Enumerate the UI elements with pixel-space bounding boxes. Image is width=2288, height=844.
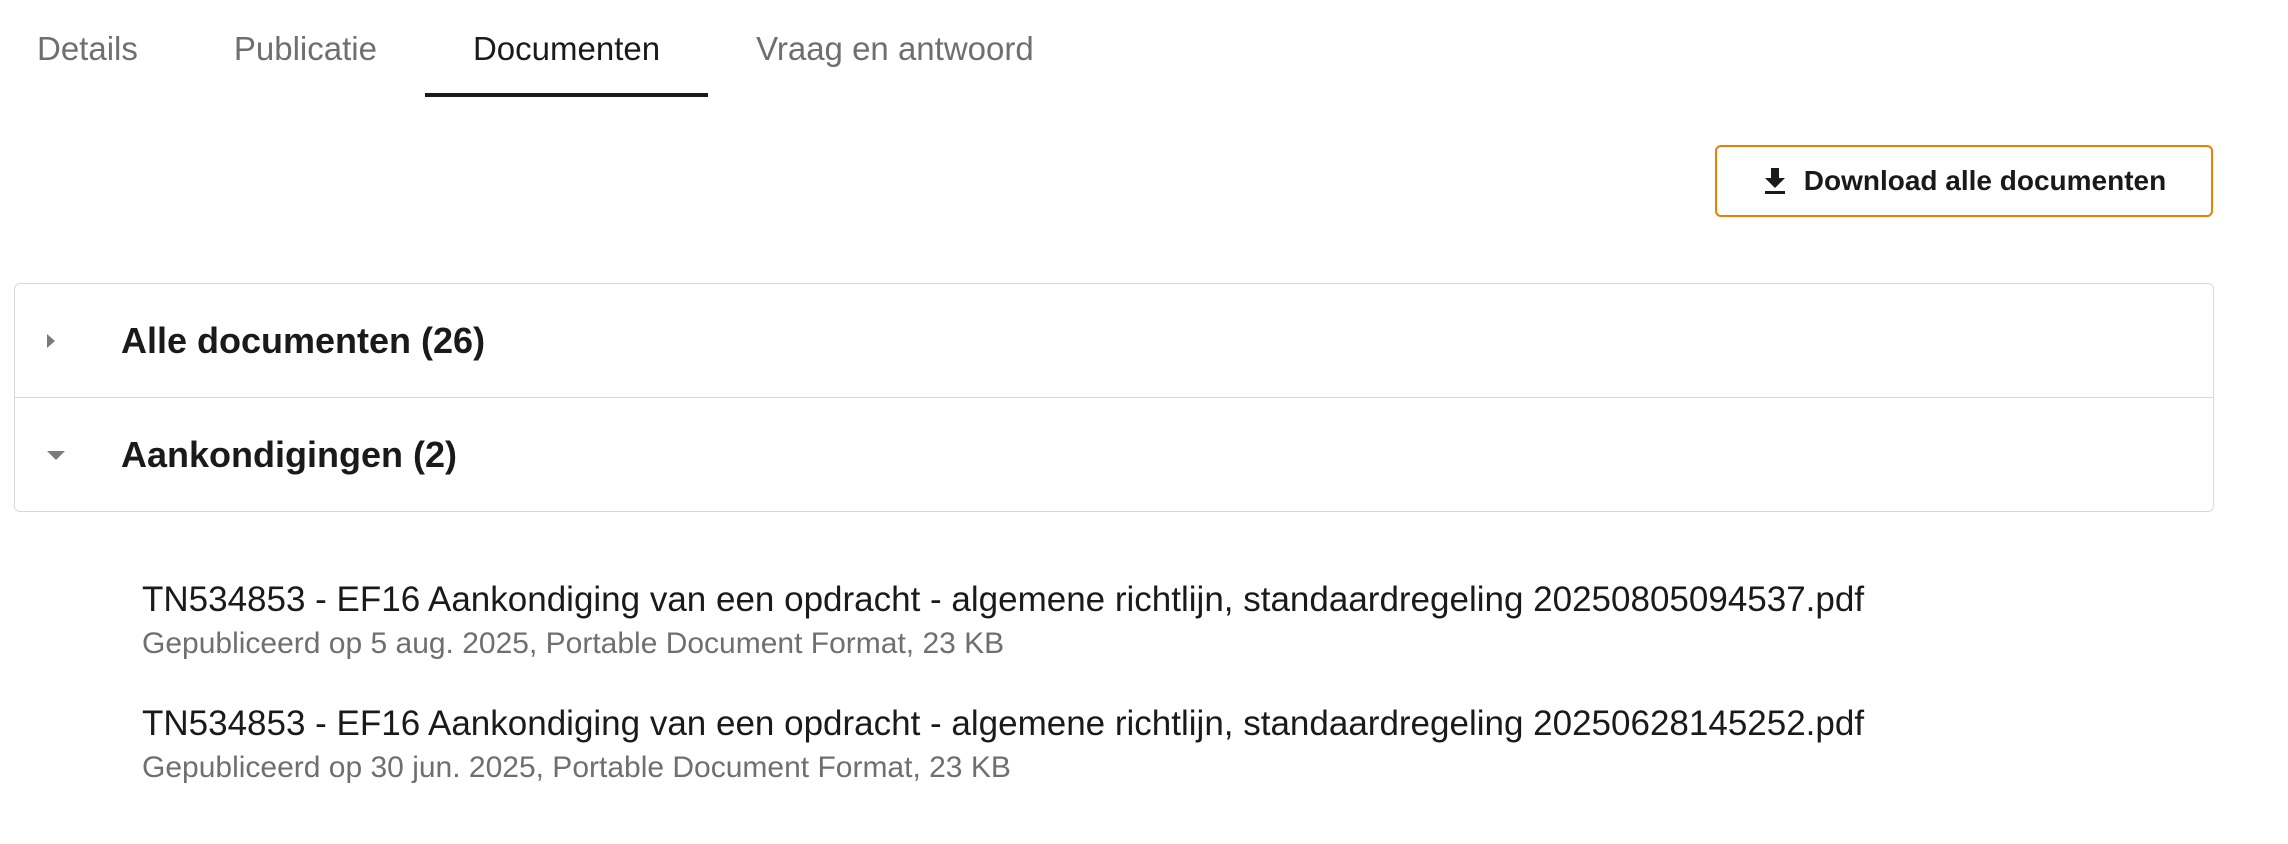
- tab-vraag-en-antwoord[interactable]: Vraag en antwoord: [708, 0, 1082, 97]
- tab-details[interactable]: Details: [0, 0, 186, 97]
- document-link[interactable]: TN534853 - EF16 Aankondiging van een opd…: [142, 576, 2242, 624]
- accordion-alle-documenten[interactable]: Alle documenten (26): [14, 283, 2214, 398]
- tab-publicatie[interactable]: Publicatie: [186, 0, 425, 97]
- accordion-title: Alle documenten (26): [121, 319, 486, 361]
- list-item: TN534853 - EF16 Aankondiging van een opd…: [142, 700, 2242, 788]
- document-meta: Gepubliceerd op 30 jun. 2025, Portable D…: [142, 751, 1011, 784]
- documents-accordion: Alle documenten (26) Aankondigingen (2): [14, 283, 2214, 512]
- document-meta: Gepubliceerd op 5 aug. 2025, Portable Do…: [142, 627, 1005, 660]
- list-item: TN534853 - EF16 Aankondiging van een opd…: [142, 576, 2242, 664]
- tab-bar: Details Publicatie Documenten Vraag en a…: [0, 0, 1082, 97]
- document-link[interactable]: TN534853 - EF16 Aankondiging van een opd…: [142, 700, 2242, 748]
- tab-documenten[interactable]: Documenten: [424, 0, 709, 97]
- document-list: TN534853 - EF16 Aankondiging van een opd…: [142, 576, 2242, 824]
- download-icon: [1762, 167, 1788, 195]
- accordion-aankondigingen[interactable]: Aankondigingen (2): [14, 397, 2214, 512]
- accordion-title: Aankondigingen (2): [121, 433, 457, 475]
- download-all-button[interactable]: Download alle documenten: [1715, 145, 2213, 217]
- caret-right-icon: [15, 331, 121, 351]
- download-all-label: Download alle documenten: [1803, 165, 2167, 196]
- caret-down-icon: [15, 449, 121, 461]
